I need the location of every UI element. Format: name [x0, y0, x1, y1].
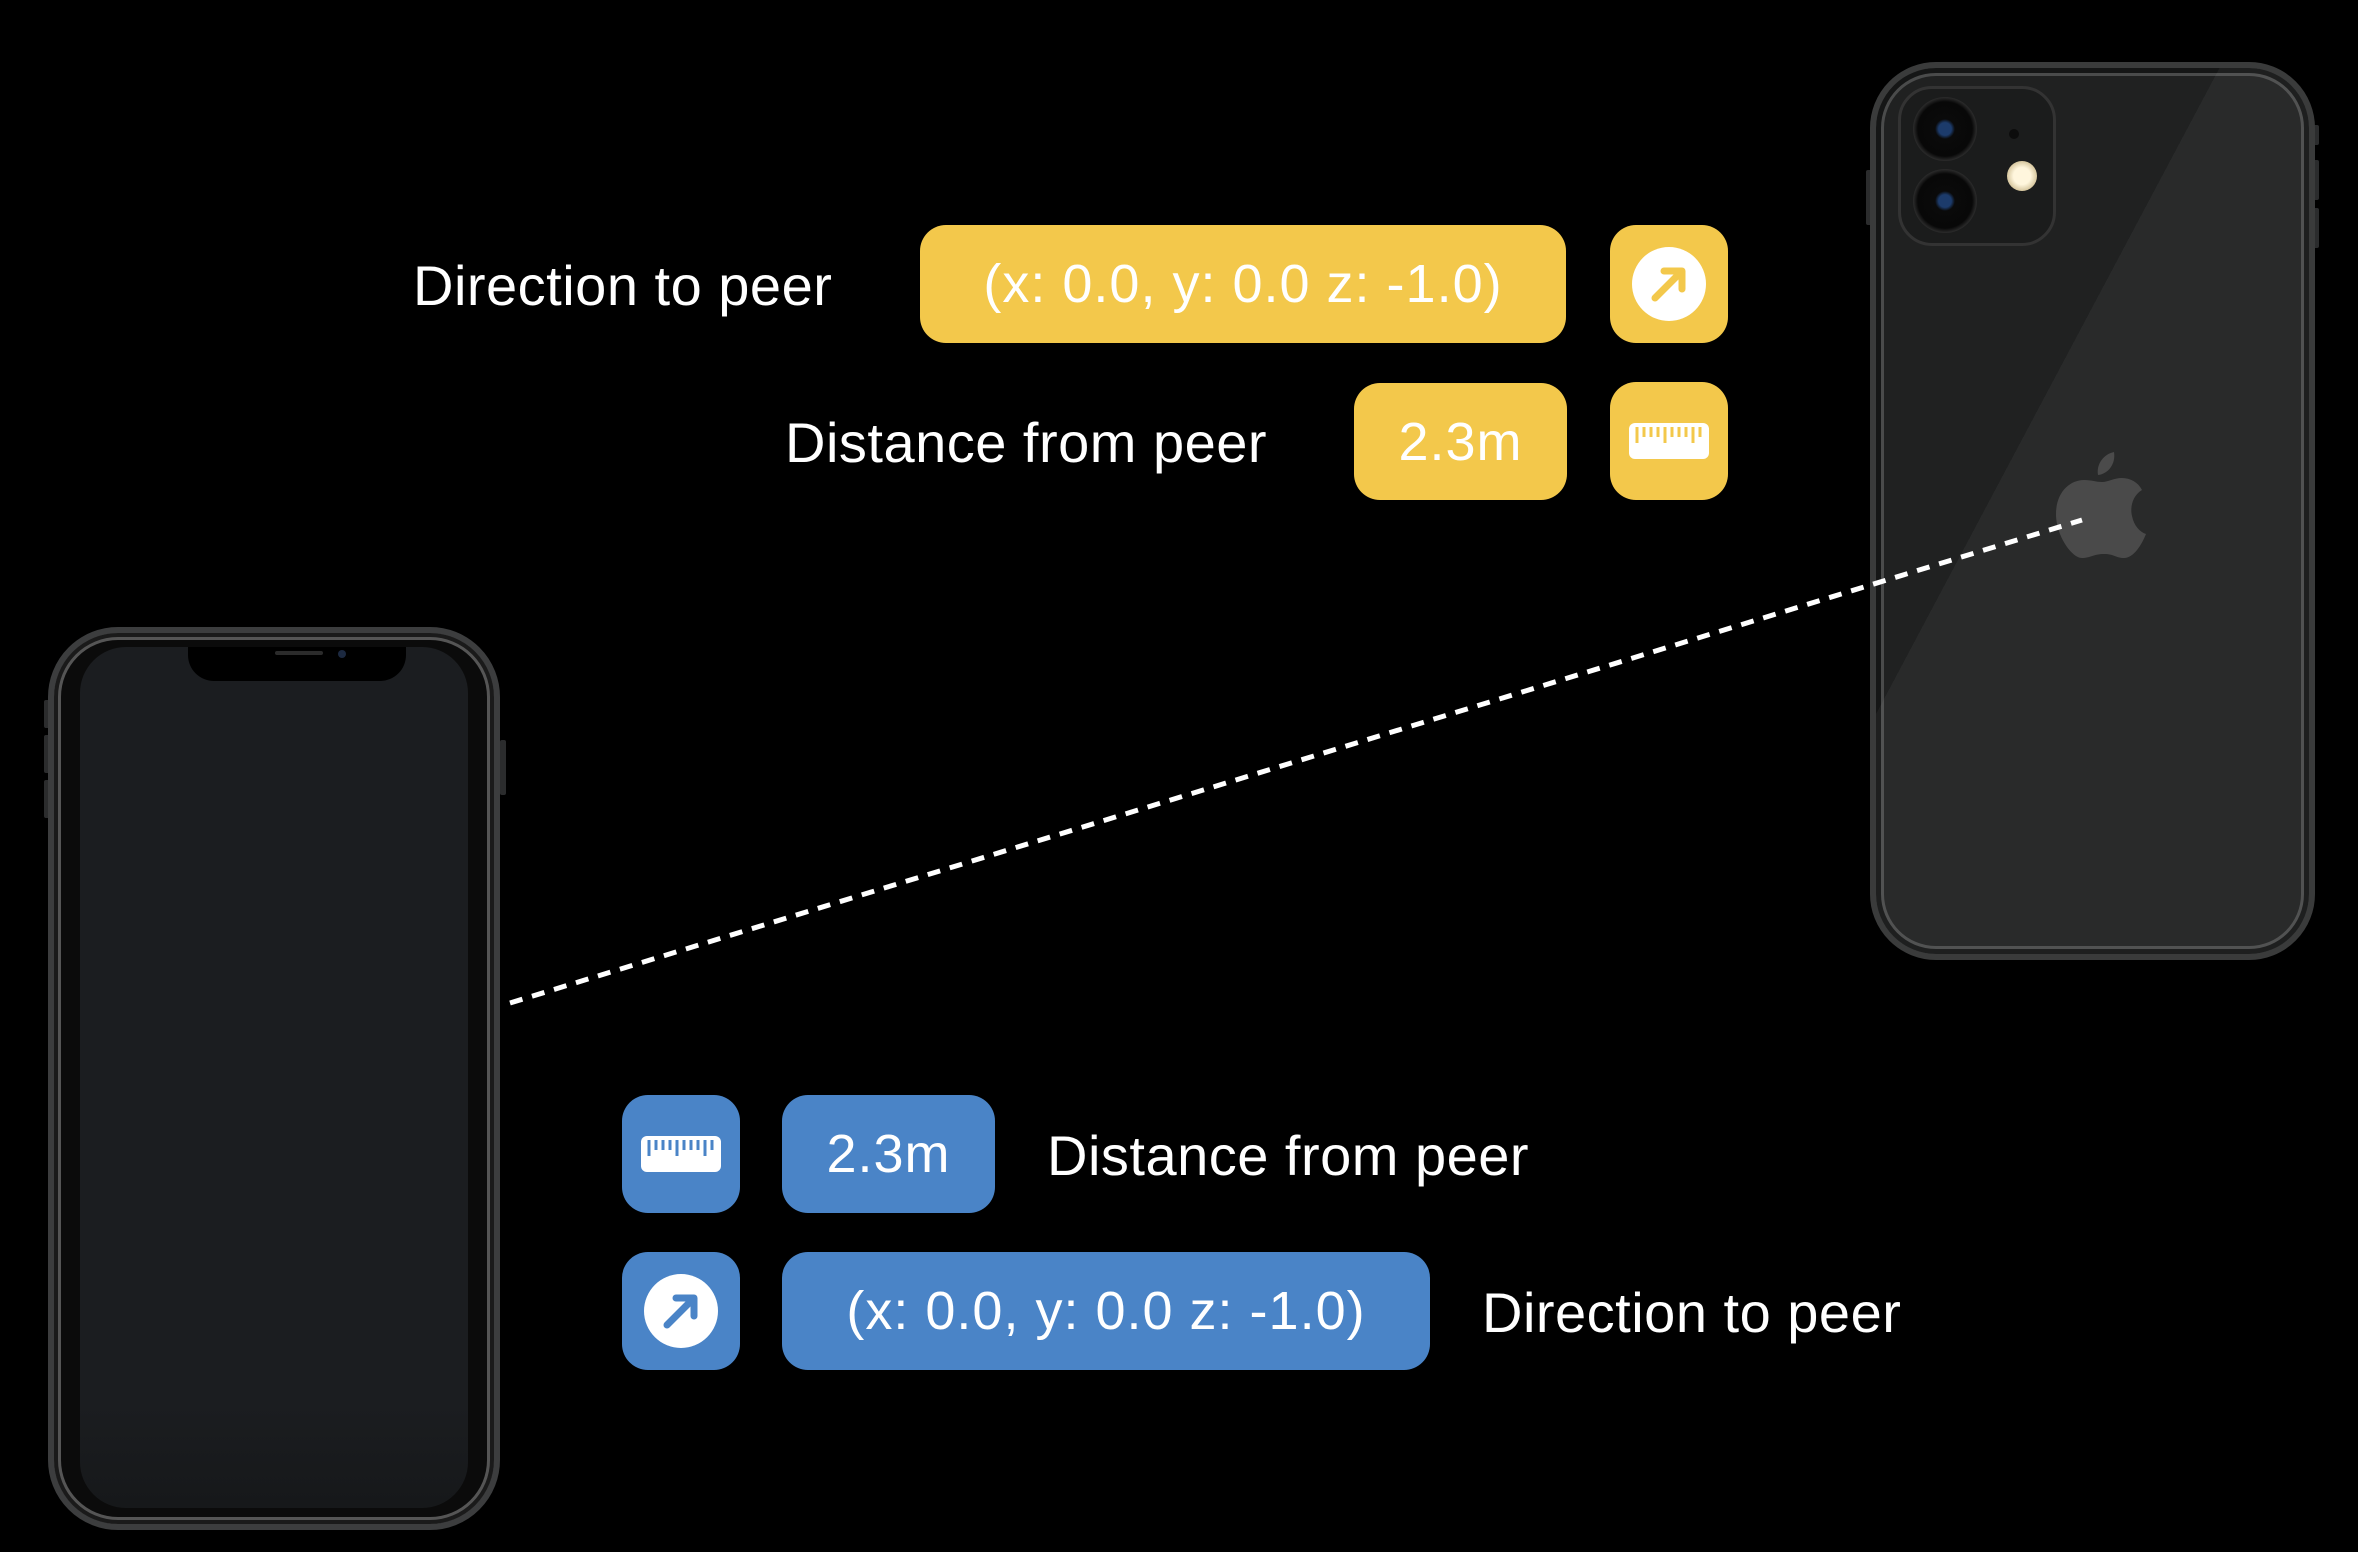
- top-distance-value: 2.3m: [1354, 383, 1567, 500]
- dashed-connector: [509, 517, 2083, 1006]
- bottom-direction-icon-box: [622, 1252, 740, 1370]
- bottom-distance-icon-box: [622, 1095, 740, 1213]
- top-direction-value: (x: 0.0, y: 0.0 z: -1.0): [920, 225, 1566, 343]
- top-distance-icon-box: [1610, 382, 1728, 500]
- bottom-direction-value: (x: 0.0, y: 0.0 z: -1.0): [782, 1252, 1430, 1370]
- arrow-up-right-circle-icon: [1632, 247, 1706, 321]
- arrow-up-right-circle-icon: [644, 1274, 718, 1348]
- bottom-distance-value: 2.3m: [782, 1095, 995, 1213]
- bottom-distance-label: Distance from peer: [1047, 1124, 1530, 1187]
- top-direction-label: Direction to peer: [413, 254, 833, 317]
- top-distance-label: Distance from peer: [785, 411, 1268, 474]
- top-direction-icon-box: [1610, 225, 1728, 343]
- bottom-direction-label: Direction to peer: [1482, 1281, 1902, 1344]
- ruler-icon: [641, 1136, 721, 1172]
- ruler-icon: [1629, 423, 1709, 459]
